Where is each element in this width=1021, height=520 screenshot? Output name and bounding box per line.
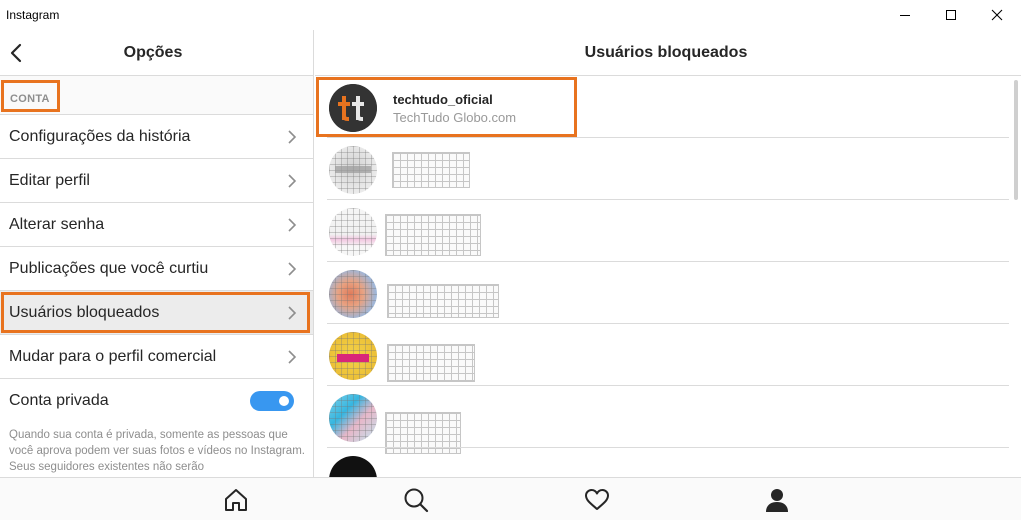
avatar [329,84,377,132]
chevron-right-icon [288,306,297,320]
menu-item-change-password[interactable]: Alterar senha [0,203,313,247]
redacted-text [385,214,481,256]
techtudo-logo-icon [329,84,377,132]
maximize-icon [946,10,956,20]
options-header: Opções [0,30,313,76]
nav-activity-button[interactable] [567,478,627,520]
blocked-user-row[interactable] [315,448,1009,477]
scrollbar-thumb[interactable] [1014,80,1018,200]
blocked-user-row[interactable] [315,138,1009,200]
menu-item-story-settings[interactable]: Configurações da história [0,115,313,159]
full-name: TechTudo Globo.com [393,110,517,125]
nav-home-button[interactable] [206,478,266,520]
options-pane: Opções CONTA Configurações da história E… [0,30,314,477]
blocked-user-row[interactable] [315,262,1009,324]
redacted-text [392,152,470,188]
chevron-right-icon [288,218,297,232]
toggle-knob [279,396,289,406]
redacted-text [387,344,475,382]
private-account-toggle[interactable] [250,391,294,411]
nav-search-button[interactable] [386,478,446,520]
blocked-users-pane: Usuários bloqueados techtudo_oficial Tec… [315,30,1021,477]
menu-item-label: Mudar para o perfil comercial [9,348,217,365]
maximize-button[interactable] [928,0,974,30]
menu-item-edit-profile[interactable]: Editar perfil [0,159,313,203]
nav-profile-button[interactable] [747,478,807,520]
menu-item-label: Configurações da história [9,128,191,145]
minimize-icon [900,15,910,16]
menu-item-label: Usuários bloqueados [9,304,160,321]
private-account-note: Quando sua conta é privada, somente as p… [9,429,305,473]
close-icon [991,9,1003,21]
menu-item-label: Publicações que você curtiu [9,260,209,277]
account-section-label: CONTA [1,80,60,112]
avatar [329,146,377,194]
menu-item-liked-posts[interactable]: Publicações que você curtiu [0,247,313,291]
window-titlebar: Instagram [0,0,1021,30]
private-account-row: Conta privada [0,379,313,423]
window-title: Instagram [6,8,60,22]
search-icon [404,488,429,512]
chevron-right-icon [288,350,297,364]
options-title: Opções [123,44,183,61]
chevron-right-icon [288,174,297,188]
profile-icon [766,488,788,512]
blocked-user-row[interactable] [315,386,1009,454]
private-account-label: Conta privada [9,392,109,409]
bottom-nav [0,477,1021,520]
avatar [329,394,377,442]
account-section-header: CONTA [0,76,313,115]
heart-icon [585,488,609,510]
blocked-user-row[interactable] [315,200,1009,262]
blocked-user-row[interactable]: techtudo_oficial TechTudo Globo.com [315,76,1009,138]
avatar [329,208,377,256]
menu-item-label: Alterar senha [9,216,105,233]
blocked-user-row[interactable] [315,324,1009,386]
minimize-button[interactable] [882,0,928,30]
home-icon [225,488,247,511]
scrollbar[interactable] [1013,76,1019,477]
redacted-text [387,284,499,318]
avatar [329,456,377,477]
avatar [329,332,377,380]
close-button[interactable] [974,0,1020,30]
blocked-users-header: Usuários bloqueados [315,30,1021,76]
menu-item-blocked-users[interactable]: Usuários bloqueados [0,291,313,335]
chevron-right-icon [288,262,297,276]
avatar [329,270,377,318]
blocked-users-title: Usuários bloqueados [584,44,748,61]
chevron-right-icon [288,130,297,144]
menu-item-business-profile[interactable]: Mudar para o perfil comercial [0,335,313,379]
menu-item-label: Editar perfil [9,172,90,189]
username: techtudo_oficial [393,92,493,107]
